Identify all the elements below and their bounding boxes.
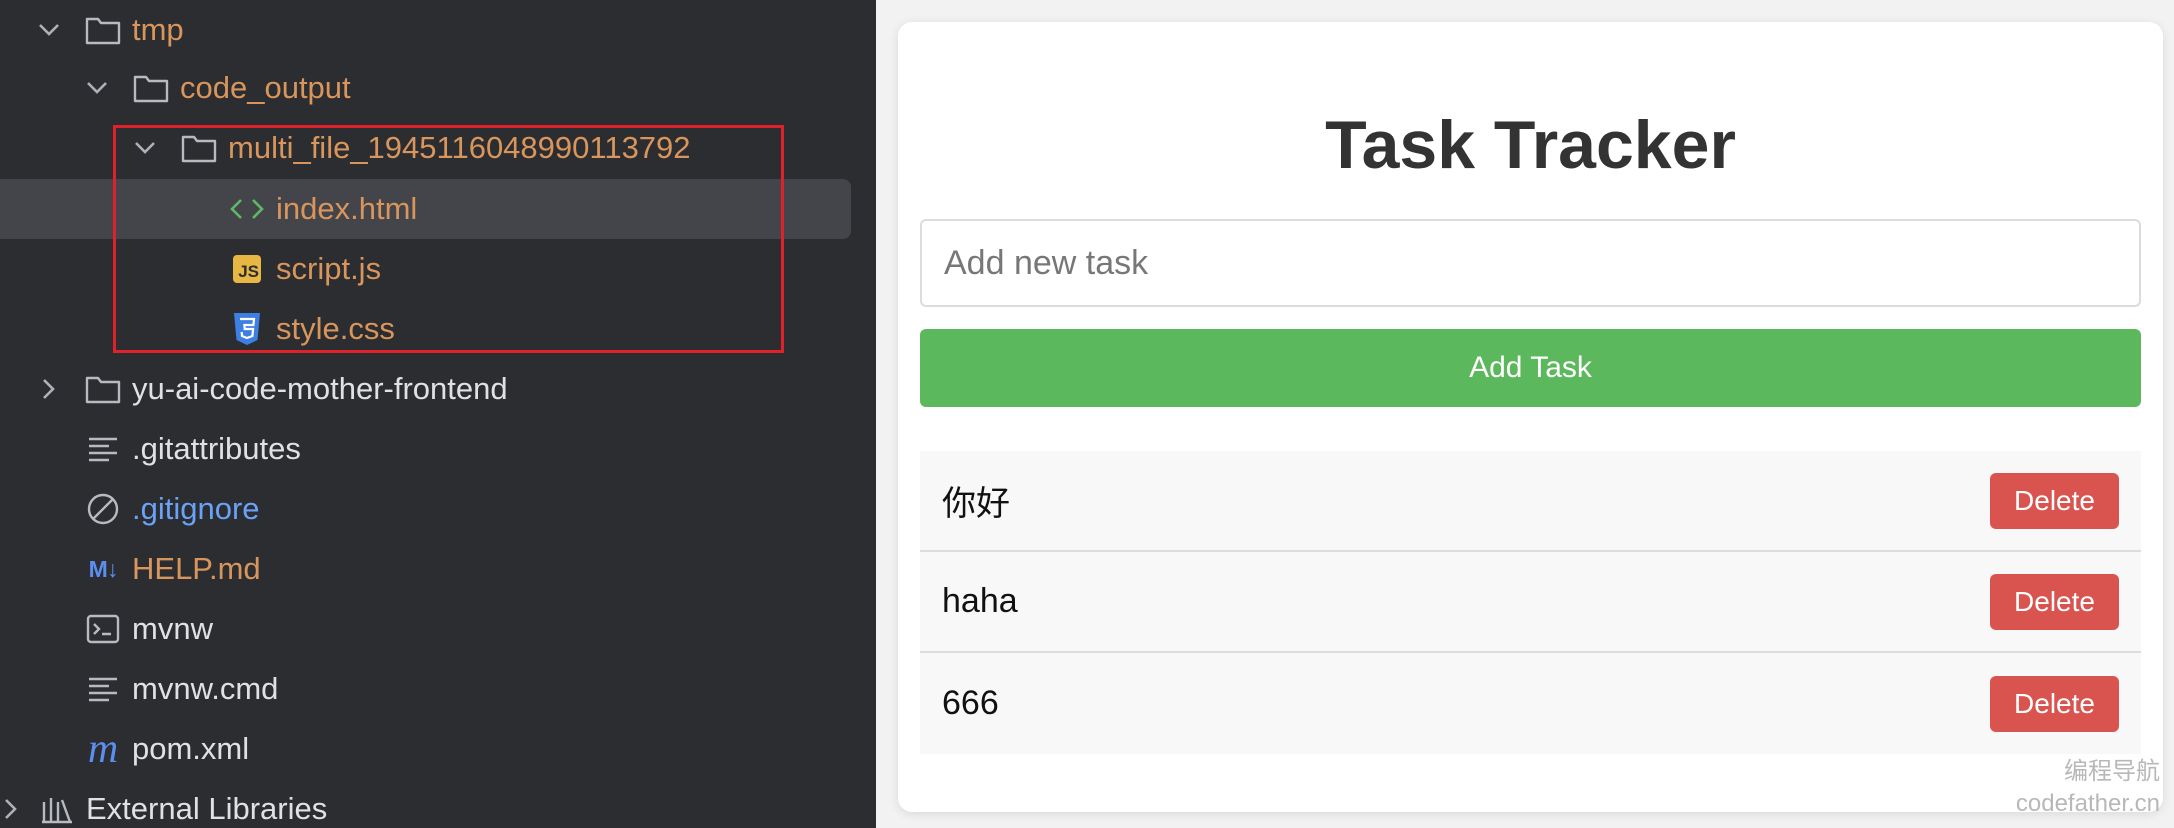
app-card: Task Tracker Add Task 你好 Delete haha Del… (898, 22, 2163, 812)
add-task-button[interactable]: Add Task (920, 329, 2141, 407)
red-highlight-box (113, 125, 784, 353)
chevron-right-icon[interactable] (0, 798, 22, 820)
tree-item-label: pom.xml (132, 731, 250, 766)
page-title: Task Tracker (1325, 107, 1736, 183)
task-item: 你好 Delete (920, 451, 2141, 552)
text-file-icon (84, 670, 122, 708)
browser-preview: Task Tracker Add Task 你好 Delete haha Del… (876, 0, 2174, 828)
tree-item-help-md[interactable]: M↓ HELP.md (0, 539, 851, 599)
tree-item-label: mvnw (132, 611, 213, 646)
task-text: 666 (942, 684, 999, 722)
maven-file-icon: m (84, 726, 122, 772)
tree-item-mvnw[interactable]: mvnw (0, 599, 851, 659)
task-item: 666 Delete (920, 653, 2141, 754)
tree-item-tmp[interactable]: tmp (0, 0, 851, 60)
tree-item-code-output[interactable]: code_output (0, 58, 851, 118)
tree-item-gitignore[interactable]: .gitignore (0, 479, 851, 539)
tree-item-mvnw-cmd[interactable]: mvnw.cmd (0, 659, 851, 719)
chevron-down-icon[interactable] (86, 77, 108, 99)
delete-task-button[interactable]: Delete (1990, 573, 2119, 630)
maven-badge: m (87, 726, 119, 772)
watermark: 编程导航 codefather.cn (2016, 756, 2160, 820)
delete-task-button[interactable]: Delete (1990, 472, 2119, 529)
task-text: 你好 (942, 485, 1010, 523)
terminal-file-icon (84, 610, 122, 648)
task-item: haha Delete (920, 552, 2141, 653)
tree-item-external-libraries[interactable]: External Libraries (0, 779, 851, 828)
new-task-input[interactable] (920, 219, 2141, 307)
markdown-badge: M↓ (88, 555, 119, 582)
project-tree-panel: tmp code_output multi_file_1945116048990… (0, 0, 876, 828)
task-text: haha (942, 582, 1018, 620)
tree-item-label: HELP.md (132, 551, 261, 586)
tree-item-gitattributes[interactable]: .gitattributes (0, 419, 851, 479)
tree-item-label: code_output (180, 70, 351, 105)
library-icon (38, 790, 76, 828)
chevron-down-icon[interactable] (38, 19, 60, 41)
tree-item-frontend[interactable]: yu-ai-code-mother-frontend (0, 359, 851, 419)
tree-item-label: mvnw.cmd (132, 671, 279, 706)
tree-item-label: .gitignore (132, 491, 260, 526)
chevron-right-icon[interactable] (38, 378, 60, 400)
folder-icon (132, 69, 170, 107)
tree-item-label: tmp (132, 12, 184, 47)
delete-task-button[interactable]: Delete (1990, 675, 2119, 732)
watermark-line: codefather.cn (2015, 790, 2160, 817)
tree-item-label: .gitattributes (132, 431, 301, 466)
text-file-icon (84, 430, 122, 468)
ignore-file-icon (84, 490, 122, 528)
task-list: 你好 Delete haha Delete 666 Delete (920, 451, 2141, 754)
folder-icon (84, 11, 122, 49)
markdown-file-icon: M↓ (84, 550, 122, 588)
tree-item-pom-xml[interactable]: m pom.xml (0, 719, 851, 779)
watermark-line: 编程导航 (2064, 758, 2160, 785)
folder-icon (84, 370, 122, 408)
tree-item-label: yu-ai-code-mother-frontend (132, 371, 508, 406)
tree-item-label: External Libraries (86, 791, 328, 826)
